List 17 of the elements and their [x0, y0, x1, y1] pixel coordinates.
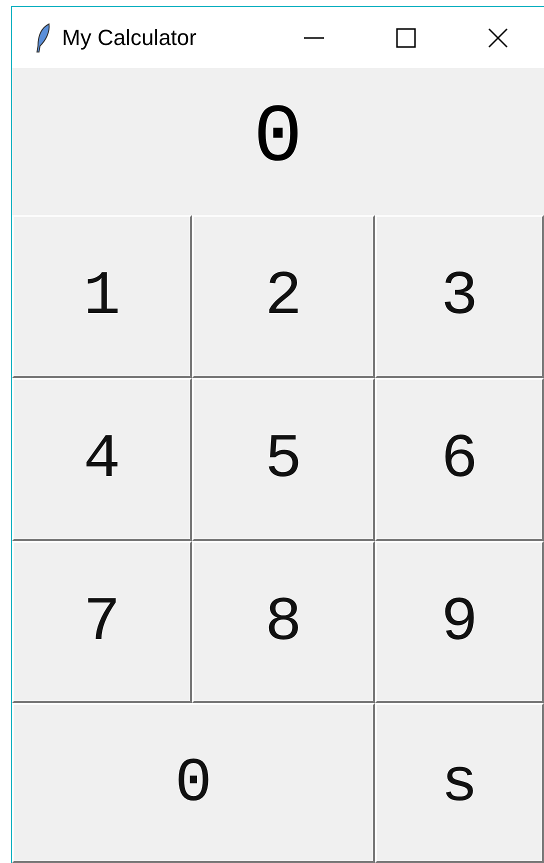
calculator-key[interactable]: 7: [12, 541, 192, 703]
calculator-key[interactable]: 8: [192, 541, 375, 703]
minimize-icon: [304, 36, 324, 38]
window-title: My Calculator: [62, 24, 196, 50]
calculator-key[interactable]: 5: [192, 378, 375, 541]
display-value: 0: [253, 98, 303, 186]
calculator-key[interactable]: 1: [12, 215, 192, 378]
calculator-key[interactable]: 4: [12, 378, 192, 541]
calculator-key[interactable]: 2: [192, 215, 375, 378]
calculator-key[interactable]: 6: [375, 378, 544, 541]
calculator-key[interactable]: 3: [375, 215, 544, 378]
calculator-key[interactable]: s: [375, 703, 544, 863]
maximize-icon: [396, 28, 416, 48]
close-icon: [488, 28, 508, 48]
calculator-key[interactable]: 0: [12, 703, 375, 863]
feather-icon: [34, 22, 52, 54]
calculator-key[interactable]: 9: [375, 541, 544, 703]
